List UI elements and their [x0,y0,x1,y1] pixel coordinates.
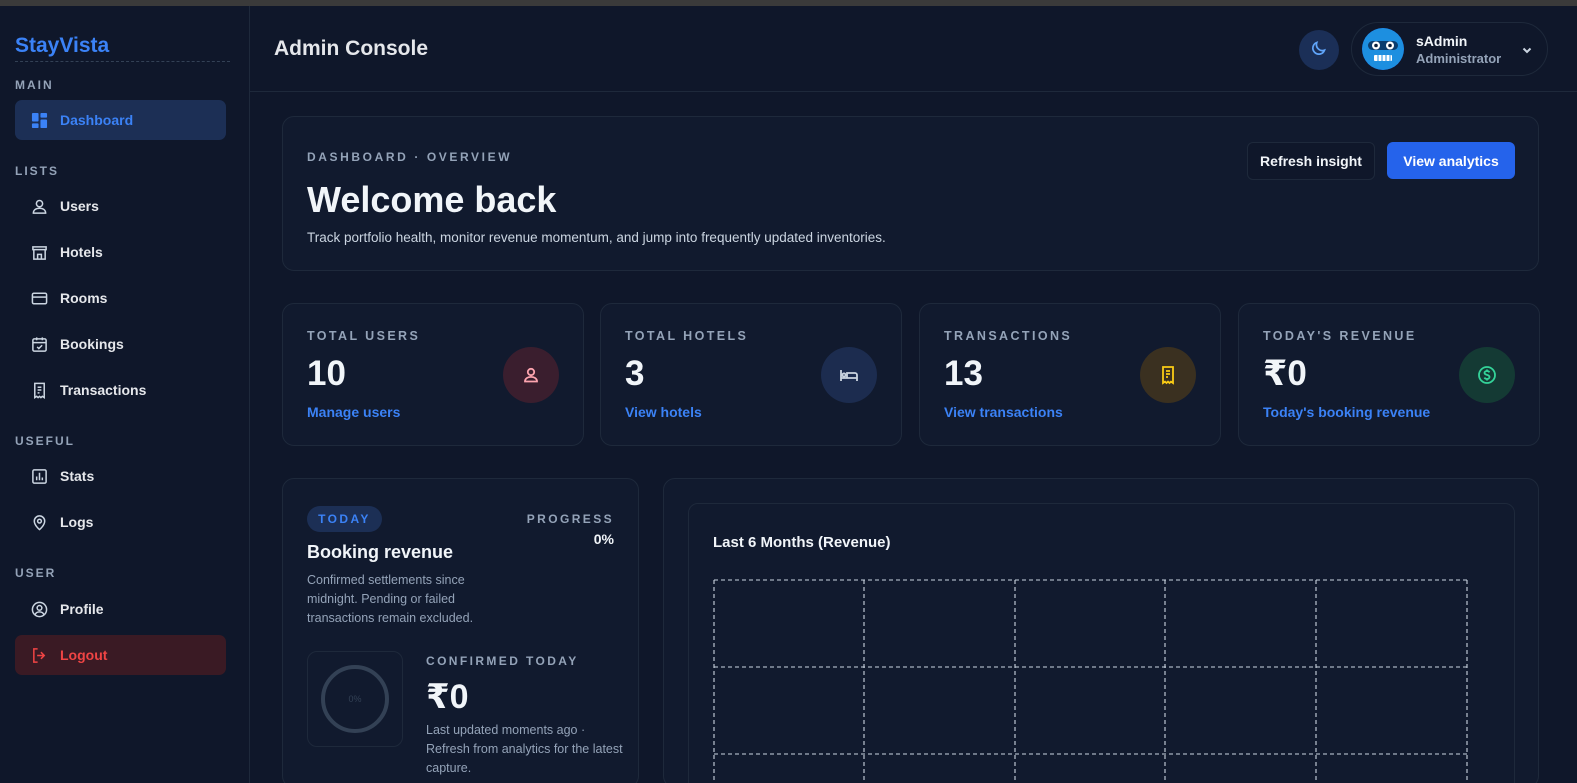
sidebar-item-label: Dashboard [60,112,134,128]
moon-icon [1311,40,1327,61]
breadcrumb: DASHBOARD · OVERVIEW [307,150,513,164]
sidebar-item-users[interactable]: Users [15,186,226,226]
last-updated-note: Last updated moments ago · Refresh from … [426,723,623,775]
welcome-card: DASHBOARD · OVERVIEW Welcome back Track … [282,116,1539,271]
stat-value: 10 [307,354,346,393]
theme-toggle-button[interactable] [1299,30,1339,70]
logout-icon [30,646,48,664]
stat-card-hotels: TOTAL HOTELS 3 View hotels [600,303,902,446]
receipt-icon [30,381,48,399]
sidebar: StayVista MAIN Dashboard LISTS Users Hot… [0,6,250,783]
stat-value: 13 [944,354,983,393]
progress-ring-label: 0% [348,694,361,704]
view-hotels-link[interactable]: View hotels [625,404,702,420]
sidebar-item-hotels[interactable]: Hotels [15,232,226,272]
sidebar-item-profile[interactable]: Profile [15,589,226,629]
dashboard-icon [30,111,48,129]
sidebar-item-rooms[interactable]: Rooms [15,278,226,318]
stat-value: 3 [625,354,645,393]
todays-booking-revenue-link[interactable]: Today's booking revenue [1263,404,1430,420]
today-badge: TODAY [307,506,382,532]
stat-card-transactions: TRANSACTIONS 13 View transactions [919,303,1221,446]
progress-value: 0% [593,531,614,547]
revenue-chart-panel: Last 6 Months (Revenue) [688,503,1515,783]
confirmed-today-value: ₹0 [426,678,469,716]
sidebar-item-label: Logout [60,647,108,663]
welcome-heading: Welcome back [307,179,557,220]
location-gear-icon [30,513,48,531]
page-title: Admin Console [274,37,429,60]
progress-label: PROGRESS [526,512,614,526]
sidebar-item-logout[interactable]: Logout [15,635,226,675]
sidebar-item-label: Rooms [60,290,108,306]
sidebar-item-label: Stats [60,468,95,484]
sidebar-item-dashboard[interactable]: Dashboard [15,100,226,140]
confirmed-today-label: CONFIRMED TODAY [426,654,579,668]
sidebar-item-stats[interactable]: Stats [15,456,226,496]
chevron-down-icon [1521,43,1533,61]
bar-chart-icon [30,467,48,485]
view-transactions-link[interactable]: View transactions [944,404,1063,420]
user-circle-icon [30,600,48,618]
sidebar-item-transactions[interactable]: Transactions [15,370,226,410]
avatar [1362,28,1404,70]
brand-logo[interactable]: StayVista [15,34,230,62]
section-label-user: USER [15,566,57,580]
sidebar-item-bookings[interactable]: Bookings [15,324,226,364]
booking-revenue-card: TODAY PROGRESS 0% Booking revenue Confir… [282,478,639,783]
section-label-useful: USEFUL [15,434,75,448]
sidebar-item-logs[interactable]: Logs [15,502,226,542]
stat-label: TOTAL HOTELS [625,329,749,343]
top-header: Admin Console sAdmin Administrator [250,6,1577,92]
user-icon [503,347,559,403]
user-menu[interactable]: sAdmin Administrator [1351,22,1548,76]
booking-revenue-description: Confirmed settlements since midnight. Pe… [307,573,474,625]
user-icon [30,197,48,215]
user-name: sAdmin [1416,32,1468,49]
view-analytics-button[interactable]: View analytics [1387,142,1515,179]
chart-title: Last 6 Months (Revenue) [713,534,891,551]
sidebar-item-label: Users [60,198,99,214]
welcome-subtitle: Track portfolio health, monitor revenue … [307,230,886,245]
calendar-check-icon [30,335,48,353]
sidebar-item-label: Logs [60,514,94,530]
user-role: Administrator [1416,50,1502,66]
stat-card-users: TOTAL USERS 10 Manage users [282,303,584,446]
receipt-icon [1140,347,1196,403]
refresh-insight-button[interactable]: Refresh insight [1247,142,1375,180]
stat-value: ₹0 [1263,354,1307,393]
revenue-chart-card: Last 6 Months (Revenue) [663,478,1539,783]
bed-icon [821,347,877,403]
stat-card-revenue: TODAY'S REVENUE ₹0 Today's booking reven… [1238,303,1540,446]
card-icon [30,289,48,307]
section-label-lists: LISTS [15,164,60,178]
stat-label: TRANSACTIONS [944,329,1073,343]
store-icon [30,243,48,261]
sidebar-item-label: Transactions [60,382,147,398]
sidebar-item-label: Bookings [60,336,124,352]
sidebar-item-label: Hotels [60,244,103,260]
manage-users-link[interactable]: Manage users [307,404,400,420]
progress-ring: 0% [307,651,403,747]
stat-label: TODAY'S REVENUE [1263,329,1417,343]
booking-revenue-title: Booking revenue [307,542,454,562]
sidebar-item-label: Profile [60,601,104,617]
section-label-main: MAIN [15,78,54,92]
dollar-circle-icon [1459,347,1515,403]
stat-label: TOTAL USERS [307,329,421,343]
revenue-chart-grid [713,579,1468,783]
